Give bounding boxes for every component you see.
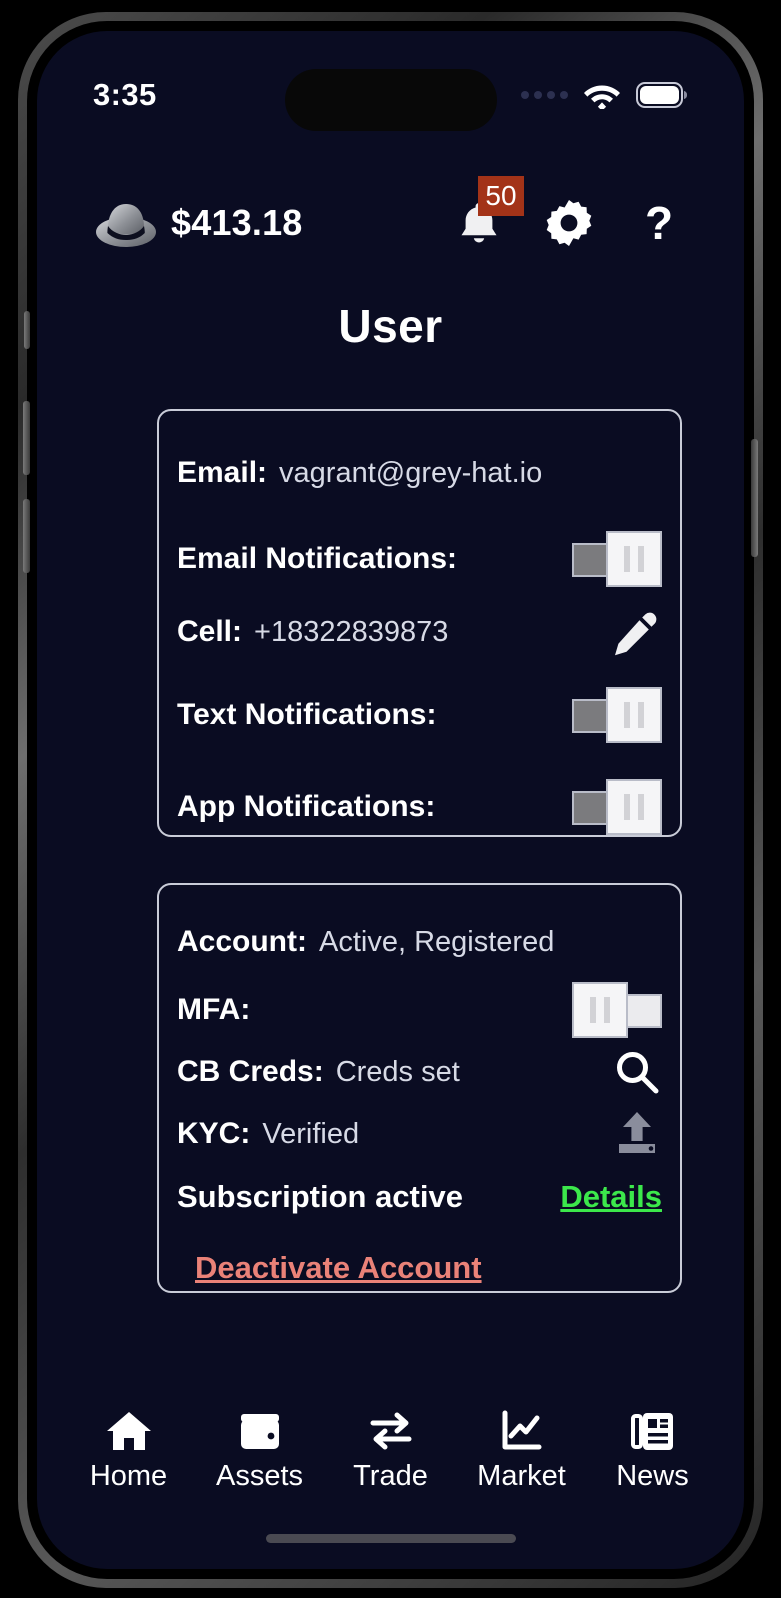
subscription-details-link[interactable]: Details [560,1179,662,1215]
wallet-icon [240,1414,279,1449]
swap-arrows-icon [370,1412,411,1450]
deactivate-row: Deactivate Account [159,1241,680,1295]
account-status-row: Account: Active, Registered [159,915,680,969]
nav-label-trade: Trade [353,1460,428,1492]
notifications-button[interactable]: 50 [456,176,524,248]
status-bar-indicators [521,81,688,109]
email-row: Email: vagrant@grey-hat.io [159,445,680,501]
account-balance: $413.18 [171,202,303,243]
kyc-label: KYC: [177,1117,251,1150]
edit-cell-button[interactable] [608,605,662,659]
text-notifications-toggle[interactable] [572,687,662,743]
silence-switch-button[interactable] [24,311,30,349]
text-notifications-label: Text Notifications: [177,698,437,731]
grey-hat-logo [95,195,157,251]
battery-full-icon [636,81,688,109]
email-value: vagrant@grey-hat.io [279,456,543,489]
nav-label-market: Market [477,1460,566,1492]
cell-row: Cell: +18322839873 [159,601,680,663]
mfa-toggle[interactable] [572,982,662,1038]
volume-up-button[interactable] [23,401,30,475]
subscription-label: Subscription active [177,1179,463,1214]
status-bar-time: 3:35 [93,77,157,112]
cb-creds-value: Creds set [335,1055,460,1088]
cell-label: Cell: [177,615,243,648]
account-card: Account: Active, Registered MFA: CB Cred… [157,883,682,1293]
bottom-navigation: Home Assets Trade Market News [37,1397,744,1505]
deactivate-account-link[interactable]: Deactivate Account [195,1250,482,1286]
help-button[interactable]: ? [636,198,682,248]
home-indicator[interactable] [265,1534,516,1543]
home-icon [106,1412,151,1450]
phone-bezel: 3:35 $413.18 50 ? User Email: vagrant@gr… [23,21,758,1579]
cellular-dots-icon [521,91,568,99]
profile-card: Email: vagrant@grey-hat.io Email Notific… [157,409,682,837]
cb-creds-search-button[interactable] [612,1047,662,1097]
settings-button[interactable] [546,198,592,248]
email-notifications-row: Email Notifications: [159,523,680,595]
nav-item-trade[interactable]: Trade [331,1409,451,1493]
page-title: User [338,300,443,352]
kyc-row: KYC: Verified [159,1105,680,1163]
app-notifications-label: App Notifications: [177,790,436,823]
nav-label-home: Home [89,1460,168,1492]
app-notifications-row: App Notifications: [159,771,680,843]
phone-device-frame: 3:35 $413.18 50 ? User Email: vagrant@gr… [18,12,763,1588]
wifi-icon [583,81,621,109]
subscription-row: Subscription active Details [159,1169,680,1225]
nav-label-assets: Assets [215,1460,304,1492]
nav-item-home[interactable]: Home [69,1409,189,1493]
line-chart-icon [502,1410,541,1450]
cb-creds-label: CB Creds: [177,1055,324,1088]
account-label: Account: [177,925,307,958]
app-screen: 3:35 $413.18 50 ? User Email: vagrant@gr… [37,31,744,1569]
upload-icon [619,1112,655,1153]
status-bar: 3:35 [37,31,744,141]
app-header: $413.18 50 ? [37,176,744,265]
email-notifications-label: Email Notifications: [177,542,458,575]
kyc-value: Verified [262,1117,360,1150]
email-notifications-toggle[interactable] [572,531,662,587]
mfa-row: MFA: [159,977,680,1043]
cell-value: +18322839873 [254,615,449,648]
mfa-label: MFA: [177,993,251,1026]
notification-badge: 50 [478,176,524,216]
kyc-upload-button[interactable] [612,1108,662,1160]
nav-item-assets[interactable]: Assets [200,1409,320,1493]
nav-item-market[interactable]: Market [462,1409,582,1493]
app-notifications-toggle[interactable] [572,779,662,835]
cb-creds-row: CB Creds: Creds set [159,1043,680,1101]
question-mark-icon: ? [644,197,674,249]
nav-item-news[interactable]: News [593,1409,713,1493]
pencil-icon [615,612,657,656]
volume-down-button[interactable] [23,499,30,573]
account-value: Active, Registered [319,925,555,958]
nav-label-news: News [616,1460,689,1492]
newspaper-icon [630,1413,673,1450]
text-notifications-row: Text Notifications: [159,679,680,751]
email-label: Email: [177,456,268,489]
power-button[interactable] [751,439,758,557]
header-actions: 50 ? [456,176,686,248]
search-icon [617,1052,659,1094]
